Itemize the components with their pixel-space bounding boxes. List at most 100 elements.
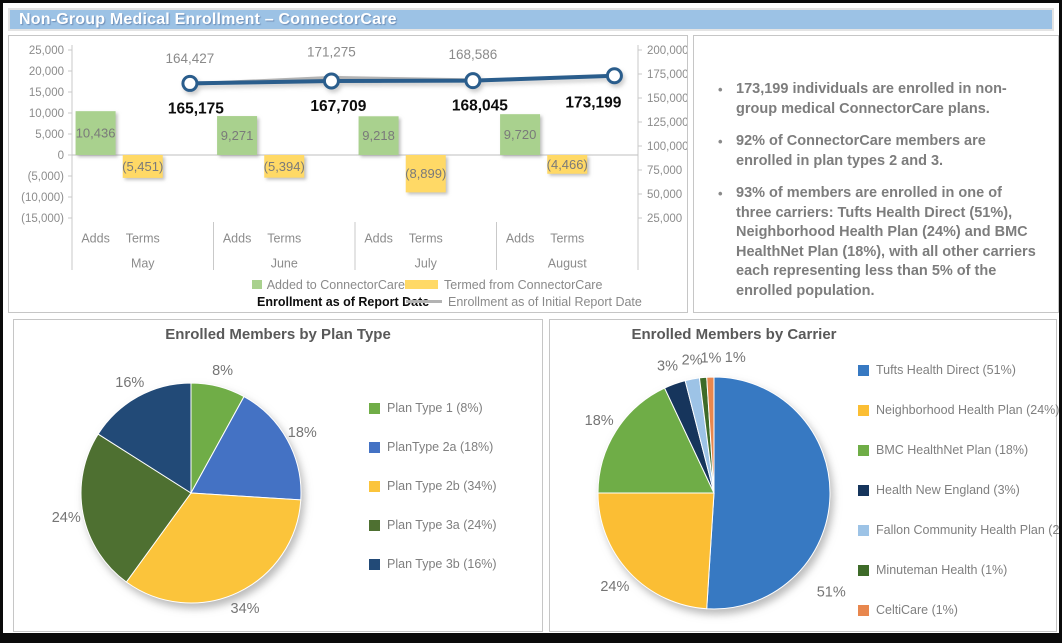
legend-item: Added to ConnectorCare <box>252 278 405 292</box>
svg-text:1%: 1% <box>725 350 746 366</box>
legend-item: Minuteman Health (1%) <box>858 562 1062 578</box>
legend-item: Health New England (3%) <box>858 482 1062 498</box>
svg-text:Terms: Terms <box>267 231 301 245</box>
svg-text:Terms: Terms <box>409 231 443 245</box>
legend-item: Plan Type 3b (16%) <box>369 556 497 572</box>
plan-type-pie-panel: Enrolled Members by Plan Type 8%18%34%24… <box>13 319 543 632</box>
legend-label: Fallon Community Health Plan (2%) <box>876 523 1062 537</box>
enrollment-lines <box>183 69 622 91</box>
legend-swatch <box>369 520 380 531</box>
svg-text:51%: 51% <box>817 584 846 600</box>
legend-swatch <box>369 559 380 570</box>
legend-label: Plan Type 1 (8%) <box>387 401 483 415</box>
legend-item: Termed from ConnectorCare <box>405 278 602 292</box>
legend-swatch <box>369 442 380 453</box>
svg-text:Terms: Terms <box>550 231 584 245</box>
svg-text:(5,451): (5,451) <box>122 159 163 174</box>
legend-label: Termed from ConnectorCare <box>444 278 602 292</box>
legend-swatch <box>858 365 869 376</box>
svg-text:168,045: 168,045 <box>452 98 508 115</box>
svg-text:10,436: 10,436 <box>76 126 116 141</box>
svg-text:164,427: 164,427 <box>166 51 215 66</box>
carrier-pie-title: Enrolled Members by Carrier <box>550 326 918 343</box>
legend-label: Health New England (3%) <box>876 483 1020 497</box>
page-title: Non-Group Medical Enrollment – Connector… <box>10 11 397 29</box>
svg-text:2%: 2% <box>682 353 703 369</box>
pie-slices <box>81 383 301 603</box>
plan-type-pie-legend: Plan Type 1 (8%) PlanType 2a (18%) Plan Ty… <box>369 400 497 595</box>
svg-text:June: June <box>271 256 298 270</box>
svg-text:(15,000): (15,000) <box>21 213 64 225</box>
plan-type-pie-title: Enrolled Members by Plan Type <box>14 326 542 343</box>
legend-label: Tufts Health Direct (51%) <box>876 363 1016 377</box>
legend-item: CeltiCare (1%) <box>858 602 1062 618</box>
svg-text:August: August <box>548 256 587 270</box>
svg-text:20,000: 20,000 <box>29 66 64 78</box>
legend-item: Fallon Community Health Plan (2%) <box>858 522 1062 538</box>
svg-text:34%: 34% <box>231 601 260 617</box>
dashboard-page: Non-Group Medical Enrollment – Connector… <box>0 0 1062 643</box>
legend-swatch <box>252 279 262 290</box>
svg-text:171,275: 171,275 <box>307 45 356 60</box>
legend-item: Enrollment as of Report Date <box>252 295 405 309</box>
svg-text:Adds: Adds <box>506 231 535 245</box>
legend-item: PlanType 2a (18%) <box>369 439 497 455</box>
legend-swatch <box>405 279 439 290</box>
insight-bullet: 92% of ConnectorCare members are enrolle… <box>716 132 1040 171</box>
svg-text:168,586: 168,586 <box>449 47 498 62</box>
legend-label: PlanType 2a (18%) <box>387 440 493 454</box>
carrier-pie-panel: Enrolled Members by Carrier 51%24%18%3%2… <box>549 319 1057 632</box>
svg-text:Adds: Adds <box>364 231 393 245</box>
svg-text:25,000: 25,000 <box>647 213 682 225</box>
svg-text:18%: 18% <box>288 425 317 441</box>
legend-swatch <box>858 445 869 456</box>
svg-text:May: May <box>131 256 155 270</box>
enrollment-combo-chart: 25,00020,00015,00010,0005,0000(5,000)(10… <box>9 36 687 288</box>
legend-item: BMC HealthNet Plan (18%) <box>858 442 1062 458</box>
svg-text:15,000: 15,000 <box>29 87 64 99</box>
svg-text:50,000: 50,000 <box>647 189 682 201</box>
legend-label: Plan Type 3a (24%) <box>387 518 497 532</box>
legend-label: Plan Type 2b (34%) <box>387 479 497 493</box>
legend-swatch <box>858 565 869 576</box>
svg-text:167,709: 167,709 <box>310 98 366 115</box>
insight-bullet-list: 173,199 individuals are enrolled in non-… <box>694 36 1058 301</box>
enrollment-trend-panel: 25,00020,00015,00010,0005,0000(5,000)(10… <box>8 35 688 313</box>
svg-text:(8,899): (8,899) <box>405 166 446 181</box>
legend-swatch <box>369 403 380 414</box>
legend-label: BMC HealthNet Plan (18%) <box>876 443 1028 457</box>
svg-text:8%: 8% <box>212 363 233 379</box>
svg-text:18%: 18% <box>585 413 614 429</box>
legend-label: Neighborhood Health Plan (24%) <box>876 403 1059 417</box>
svg-text:0: 0 <box>58 150 64 162</box>
legend-item: Enrollment as of Initial Report Date <box>405 295 642 309</box>
legend-item: Plan Type 2b (34%) <box>369 478 497 494</box>
svg-text:25,000: 25,000 <box>29 45 64 57</box>
legend-swatch <box>405 295 443 308</box>
svg-text:9,720: 9,720 <box>504 127 537 142</box>
legend-swatch <box>858 525 869 536</box>
svg-text:Adds: Adds <box>81 231 110 245</box>
legend-label: Enrollment as of Initial Report Date <box>448 295 642 309</box>
svg-text:Terms: Terms <box>126 231 160 245</box>
legend-item: Neighborhood Health Plan (24%) <box>858 402 1062 418</box>
svg-text:July: July <box>415 256 438 270</box>
insight-bullet: 93% of members are enrolled in one of th… <box>716 184 1040 301</box>
svg-text:75,000: 75,000 <box>647 165 682 177</box>
svg-text:24%: 24% <box>600 579 629 595</box>
legend-swatch <box>858 485 869 496</box>
legend-label: CeltiCare (1%) <box>876 603 958 617</box>
svg-text:200,000: 200,000 <box>647 45 687 57</box>
legend-label: Added to ConnectorCare <box>267 278 405 292</box>
title-bar: Non-Group Medical Enrollment – Connector… <box>8 8 1054 31</box>
svg-text:(10,000): (10,000) <box>21 192 64 204</box>
svg-text:(5,000): (5,000) <box>28 171 65 183</box>
svg-text:100,000: 100,000 <box>647 141 687 153</box>
bars <box>76 111 588 192</box>
pie-slices <box>598 377 830 609</box>
legend-label: Enrollment as of Report Date <box>257 295 429 309</box>
carrier-pie-legend: Tufts Health Direct (51%) Neighborhood He… <box>858 362 1062 642</box>
svg-text:125,000: 125,000 <box>647 117 687 129</box>
svg-text:150,000: 150,000 <box>647 93 687 105</box>
legend-item: Tufts Health Direct (51%) <box>858 362 1062 378</box>
